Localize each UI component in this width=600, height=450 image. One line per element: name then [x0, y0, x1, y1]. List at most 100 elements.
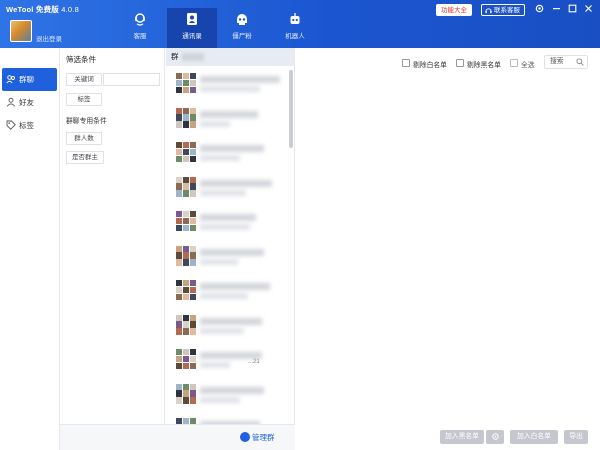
tab-customer-service[interactable]: 客服 [115, 8, 165, 48]
avatar-tile [189, 142, 196, 149]
avatar-tile [189, 224, 196, 231]
avatar[interactable] [10, 20, 32, 42]
avatar-tile [189, 314, 196, 321]
keyword-input[interactable] [103, 73, 160, 86]
avatar-tile [182, 79, 190, 87]
add-whitelist-button[interactable]: 加入白名单 [510, 430, 558, 444]
avatar-tile [176, 314, 183, 321]
group-avatar [176, 73, 196, 93]
avatar-tile [182, 73, 190, 80]
group-row[interactable] [166, 273, 294, 308]
group-name-blurred [200, 421, 260, 424]
select-all-label: 全选 [521, 62, 535, 69]
group-icon [6, 75, 15, 84]
avatar-tile [176, 321, 183, 328]
avatar-tile [189, 176, 196, 183]
checkbox-box [456, 59, 464, 67]
group-name-blurred [200, 283, 270, 290]
avatar-tile [182, 211, 190, 218]
keyword-button[interactable]: 关键词 [66, 73, 102, 86]
avatar-tile [182, 418, 190, 424]
zombie-icon [237, 14, 247, 25]
group-row[interactable] [166, 411, 294, 424]
minimize-icon[interactable] [551, 3, 562, 14]
manage-groups-button[interactable]: 管理群 [240, 432, 275, 443]
logout-link[interactable]: 退出登录 [36, 33, 62, 43]
group-row[interactable] [166, 308, 294, 343]
export-button[interactable]: 导出 [564, 430, 588, 444]
tab-contacts[interactable]: 通讯录 [167, 8, 217, 48]
tab-zombie-fans[interactable]: 僵尸粉 [217, 8, 267, 48]
group-list-scrollbar[interactable] [289, 70, 293, 148]
group-name-blurred [200, 386, 264, 394]
avatar-tile [182, 224, 190, 231]
features-button[interactable]: 功能大全 [436, 4, 472, 16]
avatar-tile [176, 328, 183, 335]
group-name-blurred [200, 179, 272, 187]
avatar-tile [176, 148, 183, 156]
group-row[interactable] [166, 204, 294, 239]
avatar-tile [182, 328, 190, 335]
group-row[interactable] [166, 66, 294, 101]
tab-label: 通讯录 [182, 33, 202, 40]
manage-icon [240, 432, 250, 442]
tab-robot[interactable]: 机器人 [270, 8, 320, 48]
filter-footer: 管理群 [60, 424, 295, 450]
group-list: 群 ...21 [166, 48, 295, 424]
group-row[interactable]: ...21 [166, 342, 294, 377]
sidebar-item-groups[interactable]: 群聊 [2, 68, 57, 91]
avatar-tile [182, 321, 190, 328]
group-rows: ...21 [166, 66, 294, 424]
group-meta-blurred [200, 224, 250, 230]
tab-label: 机器人 [285, 33, 305, 40]
sidebar-item-tags[interactable]: 标签 [0, 114, 59, 137]
avatar-tile [176, 79, 183, 87]
tab-label: 僵尸粉 [232, 33, 252, 40]
avatar-tile [189, 86, 196, 93]
delete-whitelist-checkbox[interactable]: 剔除白名单 [402, 59, 447, 69]
avatar-tile [182, 390, 190, 397]
select-all-checkbox[interactable]: 全选 [510, 59, 535, 69]
group-row[interactable] [166, 101, 294, 136]
contact-support-button[interactable]: 联系客服 [481, 4, 525, 16]
avatar-tile [189, 390, 196, 397]
member-count-button[interactable]: 群人数 [66, 132, 102, 145]
delete-blacklist-checkbox[interactable]: 剔除黑名单 [456, 59, 501, 69]
group-meta-blurred [200, 189, 246, 196]
add-blacklist-button[interactable]: 加入黑名单 [440, 430, 484, 444]
avatar-tile [189, 107, 196, 114]
maximize-icon[interactable] [567, 3, 578, 14]
top-bar: WeTool 免费版 4.0.8 退出登录 客服 通讯录 僵尸粉 机器人 功能大… [0, 0, 600, 48]
avatar-tile [176, 280, 183, 287]
group-visible-fragment: ...21 [248, 359, 260, 365]
search-input[interactable]: 搜索 [544, 55, 588, 69]
group-name-blurred [200, 352, 262, 359]
blacklist-settings-button[interactable] [486, 430, 504, 444]
group-row[interactable] [166, 170, 294, 205]
avatar-tile [182, 349, 190, 356]
avatar-tile [176, 73, 183, 80]
group-row[interactable] [166, 239, 294, 274]
avatar-tile [189, 259, 196, 266]
group-row[interactable] [166, 135, 294, 170]
avatar-tile [176, 355, 183, 363]
avatar-tile [189, 245, 196, 252]
avatar-tile [182, 355, 190, 363]
group-avatar [176, 245, 196, 266]
avatar-tile [182, 148, 190, 156]
is-owner-button[interactable]: 是否群主 [66, 151, 104, 164]
settings-icon[interactable] [534, 3, 545, 14]
sidebar-item-friends[interactable]: 好友 [0, 91, 59, 114]
close-icon[interactable] [583, 3, 594, 14]
group-row[interactable] [166, 377, 294, 412]
tag-filter-button[interactable]: 标签 [66, 93, 102, 106]
avatar-tile [176, 390, 183, 397]
headset-icon [485, 8, 492, 14]
group-meta-blurred [200, 120, 230, 127]
avatar-tile [189, 183, 196, 190]
contacts-icon [187, 13, 197, 25]
avatar-tile [189, 190, 196, 197]
customer-service-icon [135, 13, 145, 26]
group-name-blurred [200, 317, 262, 325]
avatar-tile [189, 293, 196, 300]
